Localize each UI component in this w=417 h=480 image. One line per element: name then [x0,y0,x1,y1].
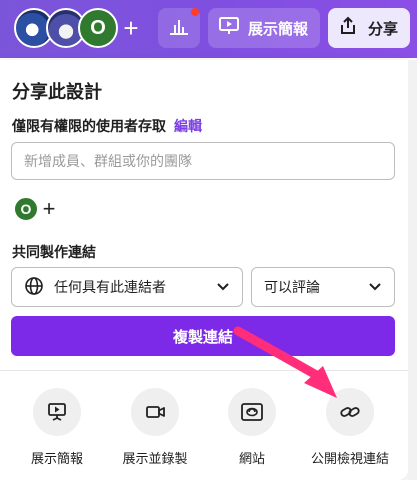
share-icon [338,16,358,40]
share-panel: 分享此設計 僅限有權限的使用者存取編輯 O + 共同製作連結 任何具有此連結者 … [0,60,408,480]
invite-input[interactable] [11,142,395,180]
add-collaborator-button[interactable]: + [36,194,62,224]
link-access-value: 任何具有此連結者 [54,279,166,295]
option-label: 展示簡報 [30,451,83,466]
option-label: 公開檢視連結 [310,451,389,466]
video-icon [131,388,179,436]
share-label: 分享 [368,20,399,38]
website-icon [228,388,276,436]
option-public-view-link[interactable]: 公開檢視連結 [305,388,395,467]
access-row: 僅限有權限的使用者存取 編輯 [12,116,202,136]
link-icon [326,388,374,436]
present-icon [33,388,81,436]
chevron-down-icon [368,279,382,295]
scrollbar[interactable] [408,60,417,480]
copy-link-button[interactable]: 複製連結 [11,316,395,356]
option-present[interactable]: 展示簡報 [12,388,102,467]
notification-dot [191,8,199,16]
link-access-dropdown[interactable]: 任何具有此連結者 [11,267,243,307]
option-label: 網站 [238,451,265,466]
chevron-down-icon [216,279,230,295]
share-button[interactable]: 分享 [328,8,410,48]
present-icon [218,16,240,40]
panel-title: 分享此設計 [12,82,102,102]
globe-icon [24,276,44,299]
option-label: 展示並錄製 [122,451,188,466]
present-label: 展示簡報 [248,20,309,38]
permission-value: 可以評論 [264,279,320,295]
edit-access-link[interactable]: 編輯 [174,118,202,134]
present-button[interactable]: 展示簡報 [208,8,320,48]
divider [0,370,408,371]
avatar[interactable]: O [78,8,118,48]
option-website[interactable]: 網站 [207,388,297,467]
collab-link-title: 共同製作連結 [12,244,96,260]
bar-chart-icon [168,16,190,41]
permission-dropdown[interactable]: 可以評論 [251,267,395,307]
option-present-record[interactable]: 展示並錄製 [110,388,200,467]
top-toolbar: O + 展示簡報 分享 [0,0,417,58]
access-text: 僅限有權限的使用者存取 [12,118,166,134]
add-collaborator-button[interactable]: + [120,14,142,42]
